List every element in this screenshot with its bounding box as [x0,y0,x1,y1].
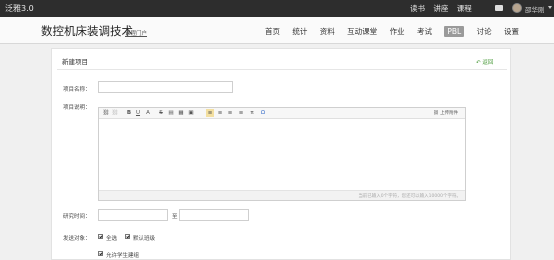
default-class-label: 默认班级 [133,236,156,242]
align-left-icon[interactable]: ≡ [206,109,214,117]
tab-stats[interactable]: 统计 [292,27,307,36]
select-all-label: 全选 [106,236,118,242]
project-name-input[interactable] [98,81,233,93]
tab-home[interactable]: 首页 [265,27,280,36]
divider [57,69,507,70]
back-label: 返回 [482,60,494,66]
tab-homework[interactable]: 作业 [390,27,405,36]
bold-icon[interactable]: B [125,109,133,117]
back-link[interactable]: ↶ 返回 [476,58,493,66]
panel-title: 新建项目 [62,58,88,66]
course-portal-link[interactable]: 课程门户 [125,29,147,37]
project-desc-label: 项目说明： [63,105,91,111]
upload-label: 上传附件 [440,111,459,116]
allow-group-label: 允许学生建组 [106,253,140,259]
research-time-label: 研究时间： [63,214,91,220]
user-menu-caret-icon[interactable] [548,6,552,9]
send-target-label: 发送对象： [63,236,91,242]
start-date-input[interactable] [98,209,168,221]
date-separator: 至 [172,214,178,220]
attachment-icon: ⛓ [433,111,439,116]
top-nav: 读书 讲座 课程 [410,3,478,14]
unlink-icon[interactable]: ⛓ [111,109,119,117]
top-nav-reading[interactable]: 读书 [410,4,425,13]
select-all-checkbox[interactable] [98,234,103,239]
back-icon: ↶ [476,60,481,66]
strikethrough-icon[interactable]: S [157,109,165,117]
align-center-icon[interactable]: ≡ [216,109,224,117]
word-count-bar: 当前已输入0个字符，您还可以输入10000个字符。 [99,190,465,200]
top-bar: 泛雅3.0 读书 讲座 课程 邵华刚 [0,0,554,17]
top-nav-lecture[interactable]: 讲座 [433,4,448,13]
course-title: 数控机床装调技术 [41,24,133,38]
allow-group-checkbox[interactable] [98,251,103,256]
tab-interactive[interactable]: 互动课堂 [347,27,377,36]
underline-icon[interactable]: U [134,109,142,117]
tab-exam[interactable]: 考试 [417,27,432,36]
tab-settings[interactable]: 设置 [504,27,519,36]
default-class-checkbox[interactable] [125,234,130,239]
username[interactable]: 邵华刚 [525,4,545,14]
link-icon[interactable]: ⛓ [102,109,110,117]
upload-attachment-button[interactable]: ⛓ 上传附件 [433,110,458,116]
course-nav: 首页 统计 资料 互动课堂 作业 考试 PBL 讨论 设置 [265,26,529,37]
align-justify-icon[interactable]: ≡ [237,109,245,117]
tab-pbl[interactable]: PBL [444,26,465,37]
message-icon[interactable] [495,5,503,11]
paste-icon[interactable]: ▤ [167,109,175,117]
image-icon[interactable]: ▣ [187,109,195,117]
table-icon[interactable]: ▦ [177,109,185,117]
avatar[interactable] [512,3,522,13]
align-right-icon[interactable]: ≡ [226,109,234,117]
rich-text-editor[interactable]: ⛓ ⛓ B U A S ▤ ▦ ▣ ≡ ≡ ≡ ≡ π Ω ⛓ 上传附件 当前已… [98,107,466,201]
special-char-icon[interactable]: Ω [259,109,267,117]
course-header: 数控机床装调技术 课程门户 首页 统计 资料 互动课堂 作业 考试 PBL 讨论… [0,17,554,44]
formula-icon[interactable]: π [248,109,256,117]
project-name-label: 项目名称： [63,87,91,93]
font-color-icon[interactable]: A [144,109,152,117]
top-nav-course[interactable]: 课程 [457,4,472,13]
tab-discussion[interactable]: 讨论 [477,27,492,36]
end-date-input[interactable] [179,209,249,221]
brand-logo: 泛雅3.0 [5,4,34,13]
tab-materials[interactable]: 资料 [320,27,335,36]
word-count-text: 当前已输入0个字符，您还可以输入10000个字符。 [358,194,461,199]
editor-toolbar: ⛓ ⛓ B U A S ▤ ▦ ▣ ≡ ≡ ≡ ≡ π Ω ⛓ 上传附件 [99,108,465,119]
